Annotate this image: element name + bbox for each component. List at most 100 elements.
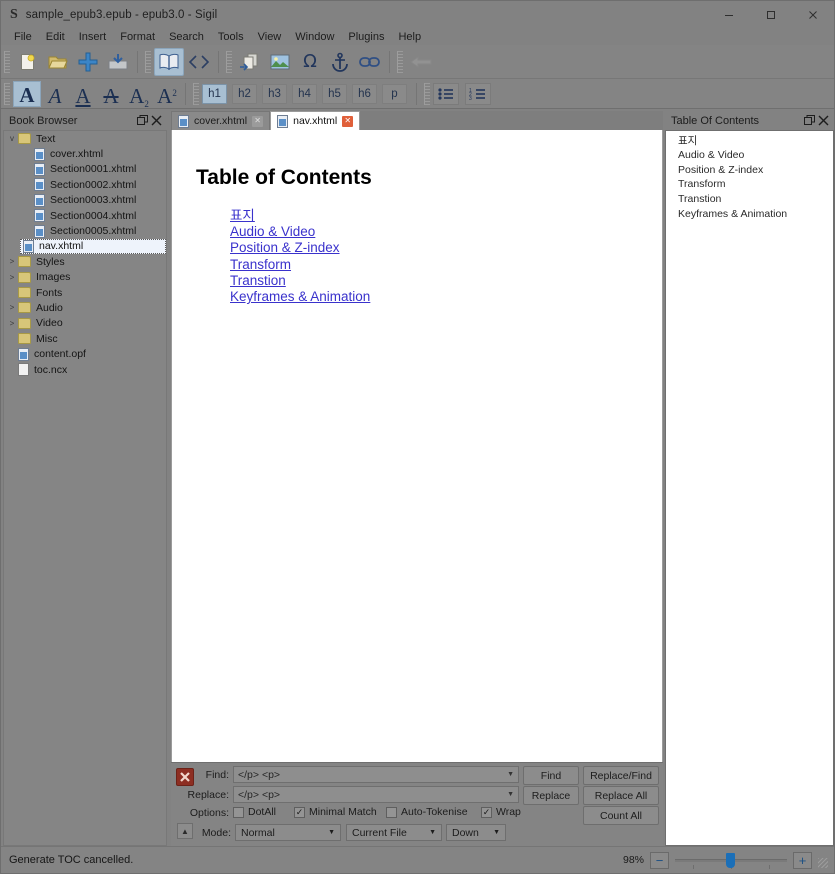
close-findbar-icon[interactable]: [176, 768, 194, 786]
chevron-down-icon[interactable]: ▼: [507, 771, 514, 778]
tree-item-toc-ncx[interactable]: toc.ncx: [4, 362, 166, 377]
tab-close-icon[interactable]: ✕: [252, 115, 264, 127]
menu-insert[interactable]: Insert: [72, 30, 114, 44]
tree-item-section0002-xhtml[interactable]: Section0002.xhtml: [4, 177, 166, 192]
tree-item-styles[interactable]: > Styles: [4, 254, 166, 269]
tree-item-images[interactable]: > Images: [4, 270, 166, 285]
close-panel-icon[interactable]: [149, 114, 163, 128]
tree-item-section0005-xhtml[interactable]: Section0005.xhtml: [4, 223, 166, 238]
zoom-in-icon[interactable]: +: [793, 851, 812, 869]
twisty-icon[interactable]: >: [6, 303, 18, 312]
tree-item-nav-xhtml[interactable]: nav.xhtml: [20, 238, 166, 255]
tree-item-section0004-xhtml[interactable]: Section0004.xhtml: [4, 208, 166, 223]
toc-entry-audio-video[interactable]: Audio & Video: [666, 148, 833, 163]
tree-item-cover-xhtml[interactable]: cover.xhtml: [4, 146, 166, 161]
chevron-down-icon[interactable]: ▼: [493, 829, 500, 836]
resize-grip[interactable]: [818, 857, 828, 868]
menu-plugins[interactable]: Plugins: [341, 30, 391, 44]
strikethrough-icon[interactable]: A: [97, 81, 125, 107]
chevron-down-icon[interactable]: ▼: [328, 829, 335, 836]
italic-icon[interactable]: A: [41, 81, 69, 107]
heading-h6-button[interactable]: h6: [352, 83, 377, 104]
tree-item-audio[interactable]: > Audio: [4, 300, 166, 315]
book-browser-tree[interactable]: v Text cover.xhtml Section0001.xhtml Sec…: [3, 130, 167, 846]
superscript-icon[interactable]: A2: [153, 81, 181, 107]
bullet-list-icon[interactable]: [433, 82, 459, 105]
chevron-down-icon[interactable]: ▼: [507, 791, 514, 798]
wrap-checkbox[interactable]: ✓ Wrap: [481, 806, 521, 818]
maximize-button[interactable]: [750, 1, 792, 28]
menu-file[interactable]: File: [7, 30, 39, 44]
open-folder-icon[interactable]: [43, 48, 73, 76]
format-toolbar-drag-handle[interactable]: [4, 82, 10, 105]
insert-link-icon[interactable]: [355, 48, 385, 76]
book-view-icon[interactable]: [154, 47, 184, 76]
menu-search[interactable]: Search: [162, 30, 211, 44]
toolbar-drag-handle-2[interactable]: [145, 50, 151, 73]
paragraph-button[interactable]: p: [382, 83, 407, 104]
heading-h3-button[interactable]: h3: [262, 83, 287, 104]
toolbar-drag-handle-4[interactable]: [397, 50, 403, 73]
tree-item-text[interactable]: v Text: [4, 131, 166, 146]
heading-toolbar-drag-handle[interactable]: [193, 82, 199, 105]
toc-entry-cover[interactable]: 표지: [666, 133, 833, 148]
float-panel-icon[interactable]: [802, 114, 816, 128]
back-arrow-icon[interactable]: [406, 48, 436, 76]
split-file-icon[interactable]: [235, 48, 265, 76]
doc-link-position-z-index[interactable]: Position & Z-index: [230, 240, 340, 256]
toc-entry-transtion[interactable]: Transtion: [666, 192, 833, 207]
dotall-checkbox[interactable]: DotAll: [233, 806, 276, 818]
chevron-down-icon[interactable]: ▼: [429, 829, 436, 836]
replace-all-button[interactable]: Replace All: [583, 786, 659, 805]
tree-item-fonts[interactable]: Fonts: [4, 285, 166, 300]
replace-find-button[interactable]: Replace/Find: [583, 766, 659, 785]
direction-select[interactable]: Down ▼: [446, 824, 506, 841]
insert-special-character-icon[interactable]: Ω: [295, 48, 325, 76]
tree-item-video[interactable]: > Video: [4, 316, 166, 331]
save-icon[interactable]: [103, 48, 133, 76]
toolbar-drag-handle[interactable]: [4, 50, 10, 73]
minimal-match-checkbox[interactable]: ✓ Minimal Match: [294, 806, 377, 818]
heading-h1-button[interactable]: h1: [202, 83, 227, 104]
toc-entry-list[interactable]: 표지 Audio & Video Position & Z-index Tran…: [665, 130, 834, 846]
find-input[interactable]: </p> <p> ▼: [233, 766, 519, 783]
tree-item-section0001-xhtml[interactable]: Section0001.xhtml: [4, 162, 166, 177]
menu-view[interactable]: View: [251, 30, 289, 44]
list-toolbar-drag-handle[interactable]: [424, 82, 430, 105]
scope-select[interactable]: Current File ▼: [346, 824, 442, 841]
close-panel-icon[interactable]: [816, 114, 830, 128]
toc-entry-keyframes-animation[interactable]: Keyframes & Animation: [666, 206, 833, 221]
menu-window[interactable]: Window: [288, 30, 341, 44]
toc-entry-transform[interactable]: Transform: [666, 177, 833, 192]
close-button[interactable]: [792, 1, 834, 28]
underline-icon[interactable]: A: [69, 81, 97, 107]
doc-link-cover[interactable]: 표지: [230, 208, 255, 224]
auto-tokenise-checkbox[interactable]: Auto-Tokenise: [386, 806, 468, 818]
mode-select[interactable]: Normal ▼: [235, 824, 341, 841]
twisty-icon[interactable]: >: [6, 319, 18, 328]
twisty-icon[interactable]: v: [6, 134, 18, 143]
new-file-icon[interactable]: [13, 48, 43, 76]
menu-format[interactable]: Format: [113, 30, 162, 44]
toc-entry-position-z-index[interactable]: Position & Z-index: [666, 162, 833, 177]
bold-icon[interactable]: A: [13, 80, 41, 107]
heading-h2-button[interactable]: h2: [232, 83, 257, 104]
tree-item-content-opf[interactable]: content.opf: [4, 346, 166, 361]
menu-tools[interactable]: Tools: [211, 30, 251, 44]
zoom-slider[interactable]: [675, 852, 787, 869]
doc-link-keyframes-animation[interactable]: Keyframes & Animation: [230, 289, 370, 305]
find-button[interactable]: Find: [523, 766, 579, 785]
heading-h4-button[interactable]: h4: [292, 83, 317, 104]
count-all-button[interactable]: Count All: [583, 806, 659, 825]
insert-id-anchor-icon[interactable]: [325, 48, 355, 76]
numbered-list-icon[interactable]: 1 2 3: [465, 82, 491, 105]
zoom-out-icon[interactable]: −: [650, 851, 669, 869]
menu-help[interactable]: Help: [391, 30, 428, 44]
replace-input[interactable]: </p> <p> ▼: [233, 786, 519, 803]
toolbar-drag-handle-3[interactable]: [226, 50, 232, 73]
replace-button[interactable]: Replace: [523, 786, 579, 805]
doc-link-transtion[interactable]: Transtion: [230, 273, 286, 289]
menu-edit[interactable]: Edit: [39, 30, 72, 44]
tab-cover-xhtml[interactable]: cover.xhtml ✕: [171, 111, 271, 130]
float-panel-icon[interactable]: [135, 114, 149, 128]
